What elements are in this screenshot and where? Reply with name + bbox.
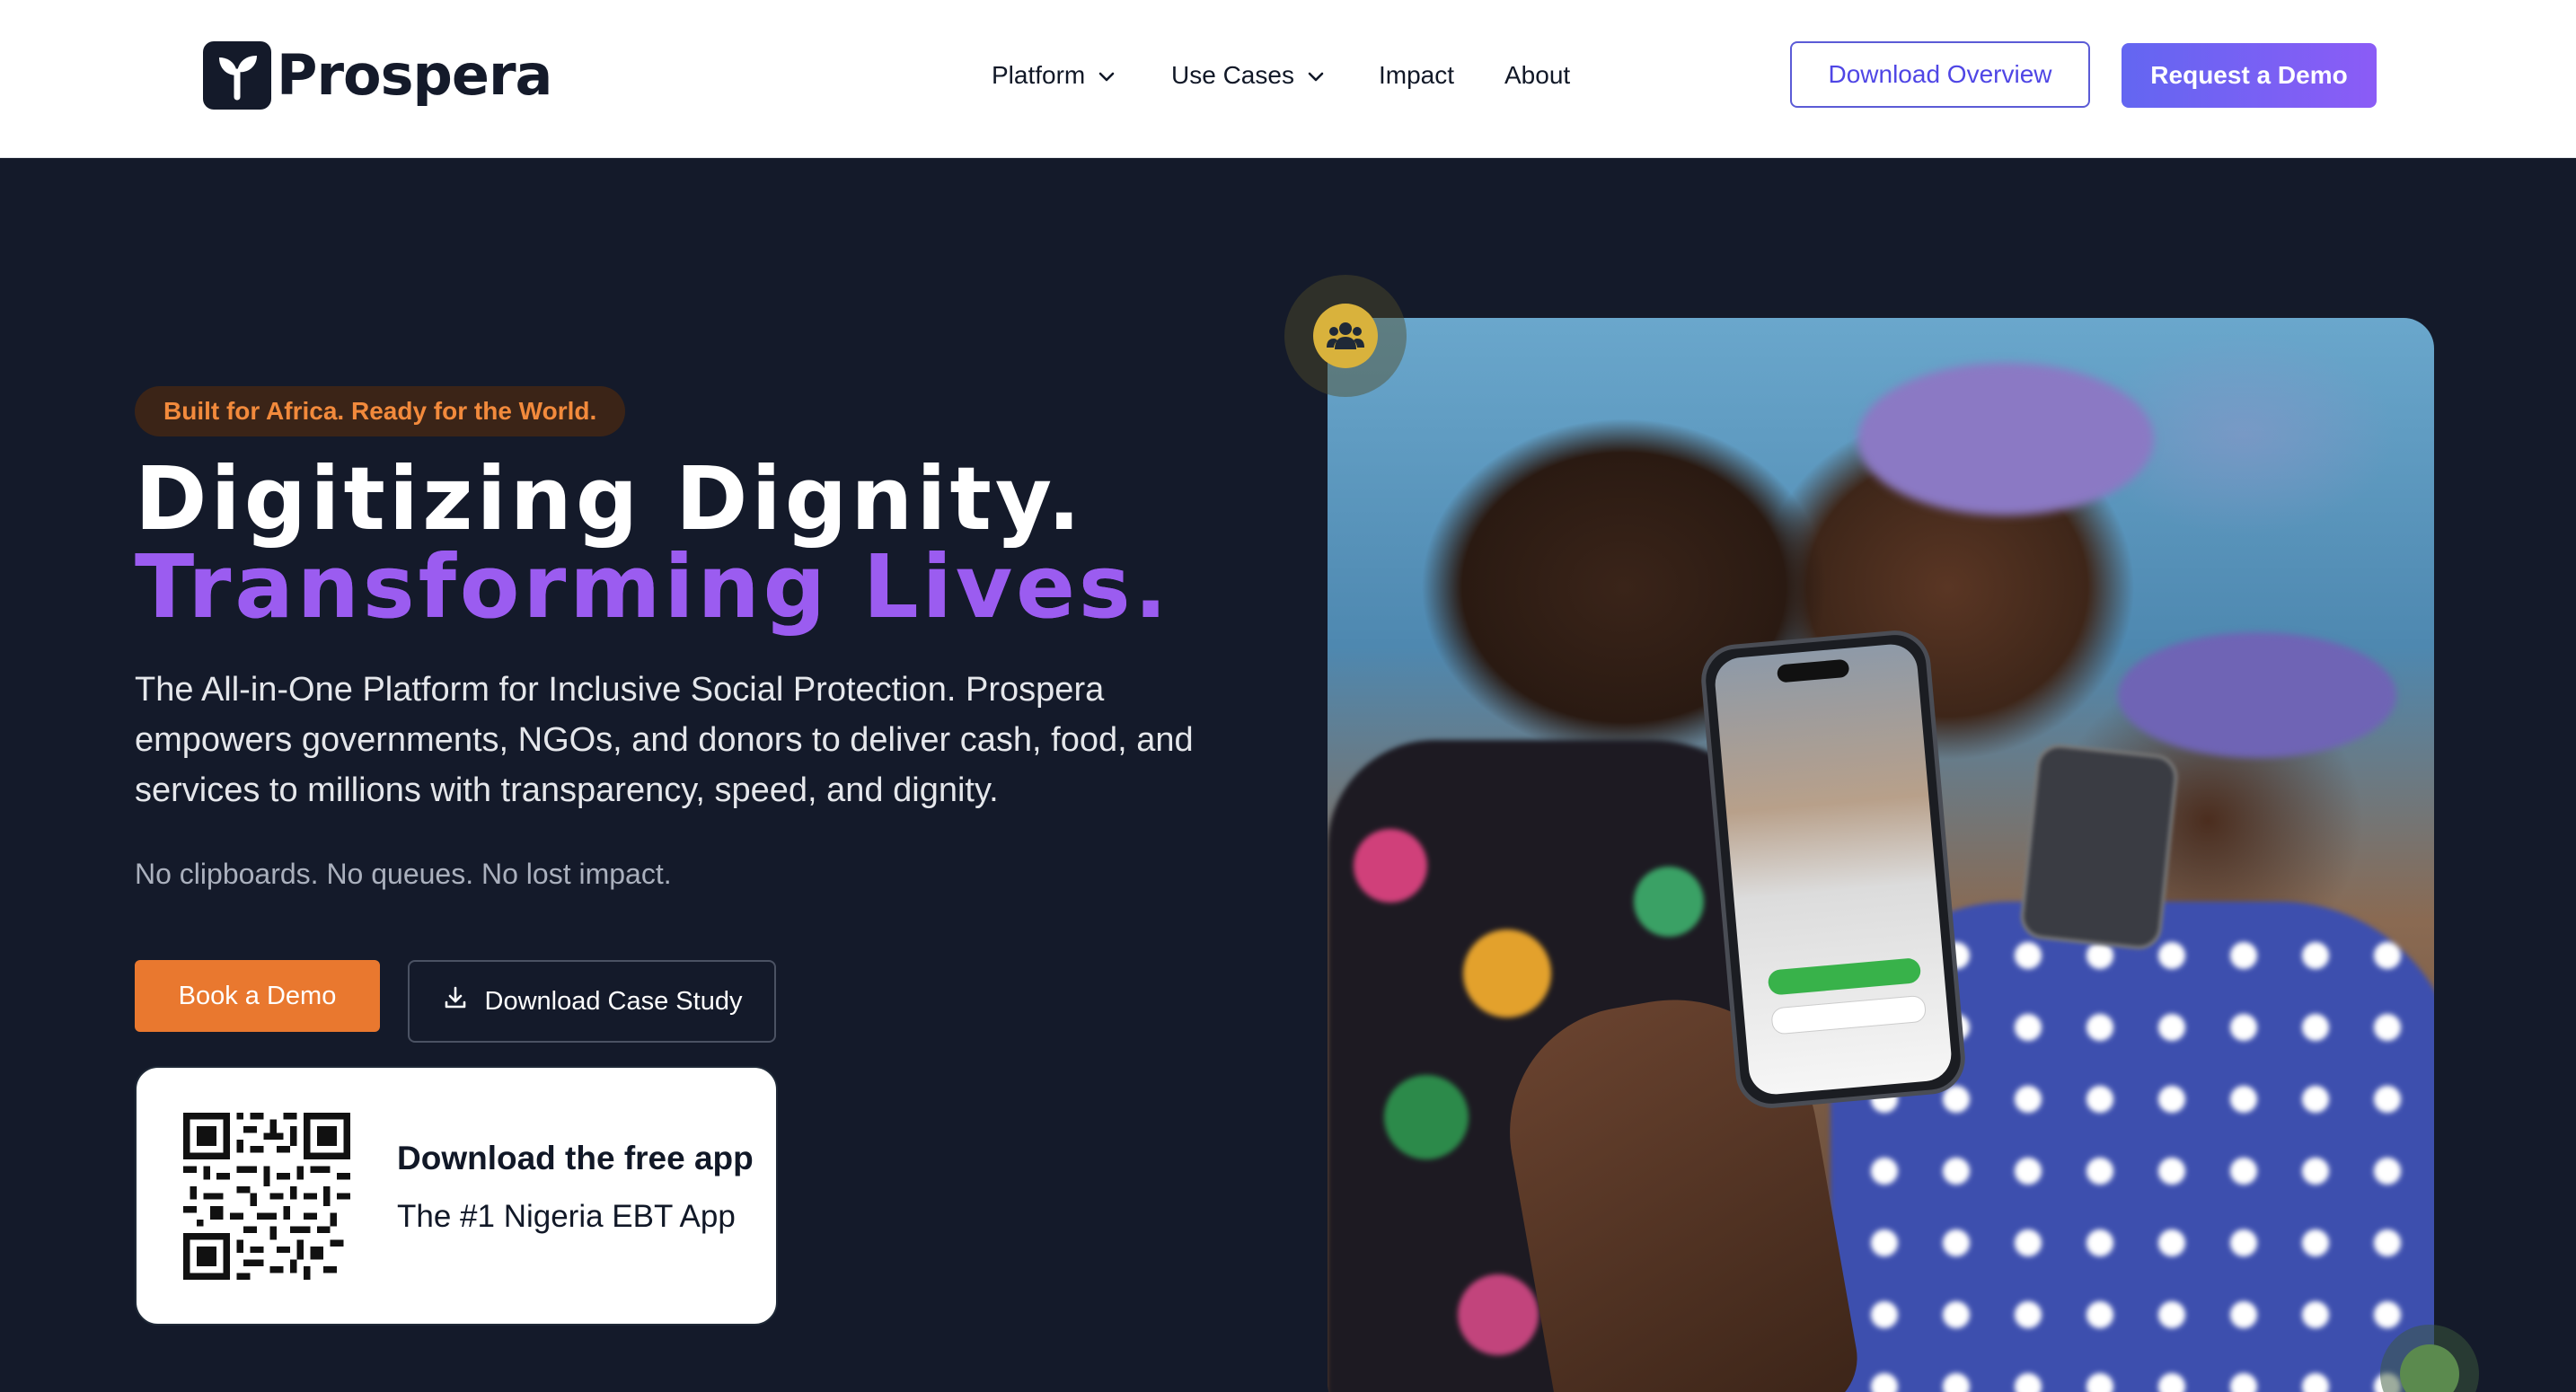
phone-screen — [1713, 642, 1954, 1097]
request-demo-button[interactable]: Request a Demo — [2122, 43, 2377, 108]
phone-create-account-button — [1767, 957, 1922, 996]
landing-page: Prospera Platform Use Cases Impact About — [0, 0, 2576, 1392]
nav-label: Platform — [992, 61, 1086, 89]
hero-headline-line1: Digitizing Dignity. — [135, 448, 1085, 550]
nav-item-impact[interactable]: Impact — [1379, 56, 1454, 95]
sprout-icon — [203, 41, 271, 110]
site-header: Prospera Platform Use Cases Impact About — [0, 0, 2576, 158]
photo-phone — [1698, 627, 1969, 1112]
photo-headscarf — [1857, 363, 2154, 515]
hero-photo — [1328, 318, 2434, 1392]
nav-item-platform[interactable]: Platform — [992, 56, 1116, 95]
brand-logo[interactable]: Prospera — [203, 41, 552, 110]
nav-label: About — [1504, 61, 1571, 89]
nav-label: Impact — [1379, 61, 1455, 89]
app-card-title: Download the free app — [397, 1140, 754, 1176]
qr-code — [183, 1113, 350, 1280]
app-download-card[interactable]: Download the free app The #1 Nigeria EBT… — [135, 1066, 778, 1326]
download-case-study-label: Download Case Study — [484, 986, 743, 1016]
phone-notch — [1776, 658, 1850, 683]
users-icon — [1313, 304, 1378, 368]
photo-headscarf — [2118, 632, 2396, 758]
hero-badge: Built for Africa. Ready for the World. — [135, 386, 626, 436]
hero-tagline: No clipboards. No queues. No lost impact… — [135, 858, 672, 890]
book-demo-button[interactable]: Book a Demo — [135, 960, 380, 1032]
download-case-study-button[interactable]: Download Case Study — [408, 960, 776, 1043]
download-icon — [442, 984, 469, 1018]
app-card-subtitle: The #1 Nigeria EBT App — [397, 1199, 736, 1234]
community-badge — [1284, 275, 1407, 397]
brand-name: Prospera — [277, 42, 552, 108]
badge-image — [2400, 1344, 2459, 1392]
chevron-down-icon — [1098, 61, 1116, 90]
download-overview-button[interactable]: Download Overview — [1790, 41, 2090, 108]
hero-lead: The All-in-One Platform for Inclusive So… — [135, 671, 1194, 809]
nav-label: Use Cases — [1171, 61, 1294, 89]
nav-item-about[interactable]: About — [1504, 56, 1570, 95]
hero-headline-line2: Transforming Lives. — [135, 536, 1171, 638]
photo-second-phone — [2018, 742, 2180, 952]
nav-item-use-cases[interactable]: Use Cases — [1171, 56, 1325, 95]
phone-sign-in-button — [1770, 994, 1928, 1035]
chevron-down-icon — [1307, 61, 1325, 90]
